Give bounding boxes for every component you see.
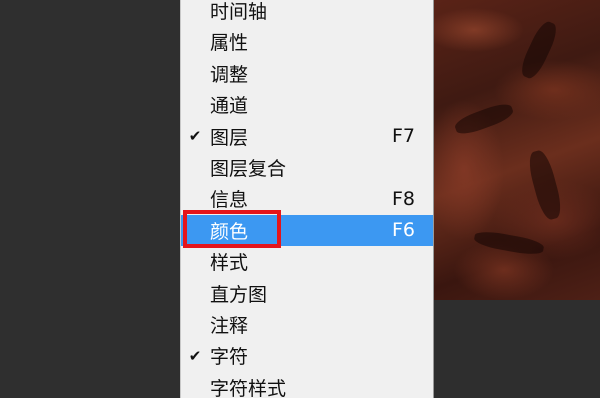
menu-item-label: 样式 [210, 252, 249, 275]
menu-item[interactable]: ✔ 字符 [181, 340, 433, 371]
menu-item-shortcut: F8 [391, 187, 415, 210]
checkmark-icon: ✔ [188, 346, 202, 365]
canvas-photo [434, 0, 600, 300]
photo-shadow [517, 18, 561, 82]
menu-item-label: 字符样式 [210, 377, 287, 398]
menu-item-shortcut: F6 [391, 219, 415, 242]
photo-shadow [473, 229, 545, 257]
menu-item[interactable]: 字符样式 [181, 372, 433, 398]
menu-item-label: 通道 [210, 95, 249, 118]
menu-item-label: 属性 [210, 32, 249, 55]
menu-item[interactable]: 样式 [181, 246, 433, 277]
menu-item[interactable]: 属性 [181, 26, 433, 57]
menu-item-label: 图层复合 [210, 158, 287, 180]
menu-item-label: 信息 [210, 189, 249, 212]
menu-item[interactable]: 时间轴 [181, 0, 433, 26]
window-menu-dropdown: 时间轴 属性 调整 通道 ✔ 图层 F7 图层复合 信息 F8 颜色 F6 样式 直方图 注释 ✔ 字符 字符样式 [180, 0, 434, 398]
menu-item[interactable]: 直方图 [181, 278, 433, 309]
menu-item-label: 字符 [210, 346, 249, 369]
annotation-highlight-box [183, 210, 281, 248]
menu-item-label: 调整 [210, 63, 249, 86]
menu-item[interactable]: 调整 [181, 58, 433, 89]
menu-item-label: 图层 [210, 126, 249, 149]
menu-item[interactable]: 图层复合 [181, 152, 433, 183]
menu-item-shortcut: F7 [391, 125, 415, 148]
photo-shadow [525, 148, 565, 222]
menu-item-label: 注释 [210, 315, 249, 337]
menu-item[interactable]: ✔ 图层 F7 [181, 121, 433, 152]
menu-item-label: 直方图 [210, 283, 268, 306]
menu-item[interactable]: 通道 [181, 89, 433, 120]
menu-item-label: 时间轴 [210, 1, 268, 23]
workspace-bottom-panel [434, 300, 600, 398]
menu-item[interactable]: 注释 [181, 309, 433, 340]
workspace-left-panel [0, 0, 180, 398]
photo-shadow [452, 100, 516, 138]
checkmark-icon: ✔ [188, 127, 202, 146]
